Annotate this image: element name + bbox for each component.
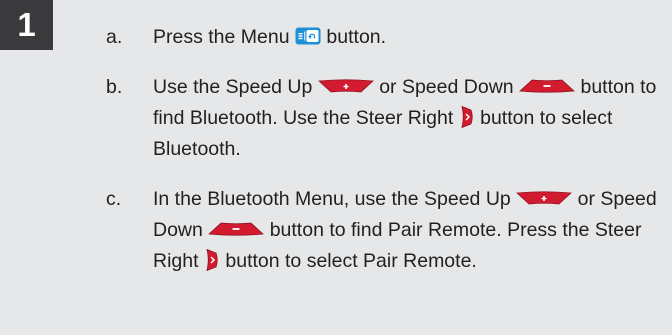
item-text: Use the Speed Up or Speed Down button to… — [153, 72, 666, 165]
steer-right-button-icon — [204, 248, 220, 272]
text-segment: In the Bluetooth Menu, use the Speed Up — [153, 188, 511, 210]
steer-right-button-icon — [459, 105, 475, 129]
item-letter: c. — [106, 188, 122, 210]
instruction-item-b: b. Use the Speed Up or Speed Down button… — [106, 72, 666, 165]
step-number-badge: 1 — [0, 0, 53, 50]
item-letter: a. — [106, 26, 123, 48]
item-letter: b. — [106, 76, 123, 98]
text-segment: or Speed Down — [379, 76, 514, 98]
text-segment: button. — [326, 26, 387, 48]
instruction-item-c: c. In the Bluetooth Menu, use the Speed … — [106, 184, 666, 277]
instruction-list: a. Press the Menu button. b. Use the Spe… — [106, 22, 666, 277]
text-segment: button to select Pair Remote. — [225, 250, 477, 272]
text-segment: Use the Speed Up — [153, 76, 313, 98]
text-segment: Press the Menu — [153, 26, 290, 48]
item-text: Press the Menu button. — [153, 22, 666, 53]
item-text: In the Bluetooth Menu, use the Speed Up … — [153, 184, 666, 277]
speed-down-button-icon — [208, 222, 265, 236]
menu-button-icon — [295, 27, 321, 45]
instruction-item-a: a. Press the Menu button. — [106, 22, 666, 53]
speed-up-button-icon — [317, 79, 374, 93]
speed-up-button-icon — [516, 191, 573, 205]
speed-down-button-icon — [519, 79, 575, 93]
